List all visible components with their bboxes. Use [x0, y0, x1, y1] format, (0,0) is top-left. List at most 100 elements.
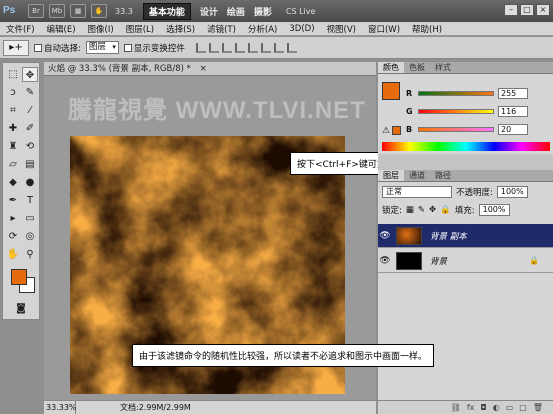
tab-swatches[interactable]: 色板	[404, 62, 430, 73]
align-left-icon[interactable]	[234, 42, 245, 53]
auto-select-checkbox[interactable]	[34, 43, 42, 52]
grid-icon[interactable]: ▦	[70, 4, 86, 18]
layer-row-background[interactable]: 👁 背景 🔒	[378, 249, 553, 273]
fill-field[interactable]: 100%	[478, 204, 510, 216]
tab-color[interactable]: 颜色	[378, 62, 404, 73]
zoom-level[interactable]: 33.3	[115, 7, 133, 16]
zoom-tool-icon[interactable]: ⚲	[22, 247, 38, 262]
close-icon[interactable]: ×	[536, 4, 550, 16]
align-center-icon[interactable]	[247, 42, 258, 53]
red-value-field[interactable]: 255	[498, 88, 528, 99]
delete-layer-icon[interactable]: 🗑	[533, 403, 543, 412]
tab-styles[interactable]: 样式	[430, 62, 456, 73]
eraser-tool-icon[interactable]: ▱	[5, 157, 21, 172]
brush-tool-icon[interactable]: ✐	[22, 121, 38, 136]
lock-position-icon[interactable]: ✥	[429, 205, 436, 215]
path-select-tool-icon[interactable]: ▸	[5, 211, 21, 226]
3d-rotate-tool-icon[interactable]: ⟳	[5, 229, 21, 244]
menu-file[interactable]: 文件(F)	[0, 23, 41, 35]
marquee-tool-icon[interactable]: ⬚	[5, 67, 21, 82]
visibility-eye-icon[interactable]: 👁	[378, 256, 392, 266]
clone-stamp-tool-icon[interactable]: ♜	[5, 139, 21, 154]
menu-filter[interactable]: 滤镜(T)	[201, 23, 242, 35]
link-layers-icon[interactable]: ⛓	[451, 403, 461, 412]
align-top-icon[interactable]	[195, 42, 206, 53]
green-slider[interactable]	[418, 109, 494, 114]
menu-help[interactable]: 帮助(H)	[406, 23, 448, 35]
menu-3d[interactable]: 3D(D)	[283, 24, 320, 34]
dodge-tool-icon[interactable]: ●	[22, 175, 38, 190]
maximize-icon[interactable]: □	[520, 4, 534, 16]
new-layer-icon[interactable]: □	[519, 403, 527, 412]
align-bottom-icon[interactable]	[221, 42, 232, 53]
move-tool-preset-icon[interactable]: ▸+	[3, 39, 29, 56]
show-transform-label: 显示变换控件	[133, 43, 185, 54]
layer-row-background-copy[interactable]: 👁 背景 副本	[378, 224, 553, 248]
menu-view[interactable]: 视图(V)	[321, 23, 362, 35]
align-right-icon[interactable]	[260, 42, 271, 53]
foreground-color-swatch[interactable]	[11, 269, 27, 285]
pen-tool-icon[interactable]: ✒	[5, 193, 21, 208]
cs-live-button[interactable]: CS Live	[286, 7, 316, 16]
shape-tool-icon[interactable]: ▭	[22, 211, 38, 226]
gradient-tool-icon[interactable]: ▤	[22, 157, 38, 172]
type-tool-icon[interactable]: T	[22, 193, 38, 208]
bridge-icon[interactable]: Br	[28, 4, 44, 18]
show-transform-option[interactable]: 显示变换控件	[123, 42, 185, 54]
hand-view-icon[interactable]: ✋	[91, 4, 107, 18]
auto-select-option[interactable]: 自动选择:	[34, 42, 81, 54]
color-ramp[interactable]	[382, 142, 550, 151]
quick-mask-icon[interactable]: ◙	[13, 301, 29, 316]
distribute-h-icon[interactable]	[286, 42, 297, 53]
workspace-design[interactable]: 设计	[200, 5, 218, 18]
status-zoom[interactable]: 33.33%	[44, 401, 77, 414]
eyedropper-tool-icon[interactable]: ⁄	[22, 103, 38, 118]
workspace-photography[interactable]: 摄影	[254, 5, 272, 18]
menu-edit[interactable]: 编辑(E)	[41, 23, 82, 35]
distribute-icon[interactable]	[273, 42, 284, 53]
hand-tool-icon[interactable]: ✋	[5, 247, 21, 262]
show-transform-checkbox[interactable]	[123, 43, 132, 52]
align-middle-icon[interactable]	[208, 42, 219, 53]
move-tool-icon[interactable]: ✥	[22, 67, 38, 82]
blur-tool-icon[interactable]: ◆	[5, 175, 21, 190]
tab-channels[interactable]: 通道	[404, 170, 430, 181]
3d-orbit-tool-icon[interactable]: ◎	[22, 229, 38, 244]
layer-style-icon[interactable]: fx	[467, 403, 475, 412]
quick-select-tool-icon[interactable]: ✎	[22, 85, 38, 100]
menu-analysis[interactable]: 分析(A)	[242, 23, 283, 35]
menu-layer[interactable]: 图层(L)	[120, 23, 160, 35]
close-document-icon[interactable]: ×	[200, 64, 207, 74]
adjustment-layer-icon[interactable]: ◐	[493, 403, 500, 412]
new-group-icon[interactable]: ▭	[506, 403, 514, 412]
lock-transparency-icon[interactable]: ▦	[406, 205, 414, 215]
lock-pixels-icon[interactable]: ✎	[418, 205, 425, 215]
gamut-warning-icon[interactable]: ⚠	[382, 126, 390, 136]
gamut-color-swatch[interactable]	[392, 126, 401, 135]
opacity-field[interactable]: 100%	[496, 186, 528, 198]
red-slider[interactable]	[418, 91, 494, 96]
green-value-field[interactable]: 116	[498, 106, 528, 117]
healing-brush-tool-icon[interactable]: ✚	[5, 121, 21, 136]
visibility-eye-icon[interactable]: 👁	[378, 231, 392, 241]
menu-window[interactable]: 窗口(W)	[362, 23, 406, 35]
lock-all-icon[interactable]: 🔒	[440, 205, 451, 215]
menu-image[interactable]: 图像(I)	[82, 23, 120, 35]
workspace-painting[interactable]: 绘画	[227, 5, 245, 18]
auto-select-dropdown[interactable]: 图层	[85, 41, 119, 54]
document-tab[interactable]: 火焰 @ 33.3% (背景 副本, RGB/8) * ×	[44, 62, 376, 76]
blend-mode-dropdown[interactable]: 正常	[382, 186, 452, 198]
tab-layers[interactable]: 图层	[378, 170, 404, 181]
color-panel-foreground-swatch[interactable]	[382, 82, 400, 100]
blue-value-field[interactable]: 20	[498, 124, 528, 135]
history-brush-tool-icon[interactable]: ⟲	[22, 139, 38, 154]
add-mask-icon[interactable]: ◘	[480, 403, 486, 412]
minimize-icon[interactable]: –	[504, 4, 518, 16]
mini-bridge-icon[interactable]: Mb	[49, 4, 65, 18]
workspace-essentials-button[interactable]: 基本功能	[142, 2, 191, 20]
tab-paths[interactable]: 路径	[430, 170, 456, 181]
crop-tool-icon[interactable]: ⌗	[5, 103, 21, 118]
menu-select[interactable]: 选择(S)	[160, 23, 201, 35]
lasso-tool-icon[interactable]: ↄ	[5, 85, 21, 100]
blue-slider[interactable]	[418, 127, 494, 132]
